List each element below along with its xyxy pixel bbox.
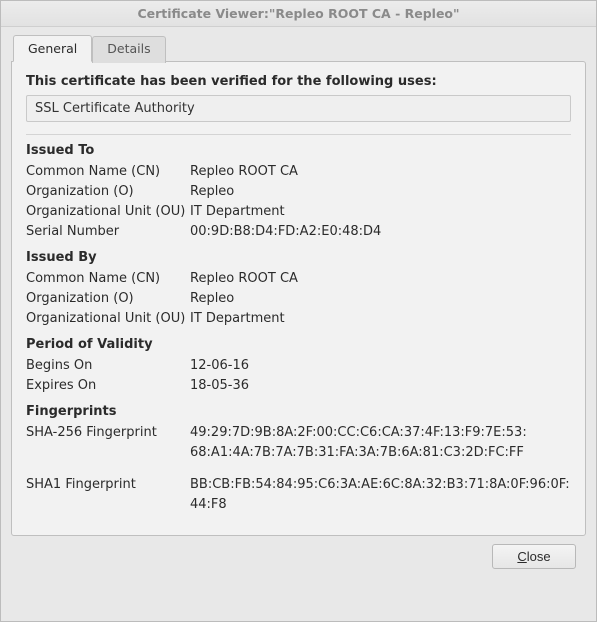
tab-strip: General Details <box>13 35 586 62</box>
tab-general-label: General <box>28 41 77 56</box>
window-title: Certificate Viewer:"Repleo ROOT CA - Rep… <box>137 6 459 21</box>
table-row: Begins On 12-06-16 <box>26 356 571 376</box>
fingerprints-heading: Fingerprints <box>26 404 571 419</box>
sha256-line1: 49:29:7D:9B:8A:2F:00:CC:C6:CA:37:4F:13:F… <box>190 423 571 443</box>
sha256-value: 49:29:7D:9B:8A:2F:00:CC:C6:CA:37:4F:13:F… <box>190 423 571 463</box>
sha256-line2: 68:A1:4A:7B:7A:7B:31:FA:3A:7B:6A:81:C3:2… <box>190 443 571 463</box>
table-row: Common Name (CN) Repleo ROOT CA <box>26 269 571 289</box>
ou-value: IT Department <box>190 202 571 222</box>
o-label: Organization (O) <box>26 289 190 309</box>
serial-label: Serial Number <box>26 222 190 242</box>
cn-label: Common Name (CN) <box>26 269 190 289</box>
sha256-label: SHA-256 Fingerprint <box>26 423 190 443</box>
tab-general[interactable]: General <box>13 35 92 62</box>
o-value: Repleo <box>190 289 571 309</box>
begins-label: Begins On <box>26 356 190 376</box>
table-row: Organization (O) Repleo <box>26 182 571 202</box>
close-button[interactable]: Close <box>492 544 576 569</box>
cn-value: Repleo ROOT CA <box>190 162 571 182</box>
table-row: Organization (O) Repleo <box>26 289 571 309</box>
table-row: Expires On 18-05-36 <box>26 376 571 396</box>
ou-value: IT Department <box>190 309 571 329</box>
validity-block: Period of Validity Begins On 12-06-16 Ex… <box>26 337 571 396</box>
window-body: General Details This certificate has bee… <box>1 27 596 621</box>
table-row: Serial Number 00:9D:B8:D4:FD:A2:E0:48:D4 <box>26 222 571 242</box>
tabs-container: General Details This certificate has bee… <box>11 35 586 536</box>
ou-label: Organizational Unit (OU) <box>26 309 190 329</box>
expires-value: 18-05-36 <box>190 376 571 396</box>
expires-label: Expires On <box>26 376 190 396</box>
dialog-footer: Close <box>11 536 586 579</box>
table-row: Organizational Unit (OU) IT Department <box>26 309 571 329</box>
sha1-label: SHA1 Fingerprint <box>26 475 190 515</box>
tab-details[interactable]: Details <box>92 36 165 63</box>
table-row: Common Name (CN) Repleo ROOT CA <box>26 162 571 182</box>
tabpanel-general: This certificate has been verified for t… <box>11 61 586 536</box>
certificate-viewer-window: Certificate Viewer:"Repleo ROOT CA - Rep… <box>0 0 597 622</box>
window-titlebar: Certificate Viewer:"Repleo ROOT CA - Rep… <box>1 1 596 27</box>
table-row: SHA1 Fingerprint BB:CB:FB:54:84:95:C6:3A… <box>26 475 571 515</box>
issued-by-block: Issued By Common Name (CN) Repleo ROOT C… <box>26 250 571 329</box>
close-accel: C <box>517 549 526 564</box>
issued-by-heading: Issued By <box>26 250 571 265</box>
table-row: SHA-256 Fingerprint 49:29:7D:9B:8A:2F:00… <box>26 423 571 463</box>
tab-details-label: Details <box>107 41 150 56</box>
divider <box>26 134 571 135</box>
verified-lead: This certificate has been verified for t… <box>26 74 571 89</box>
begins-value: 12-06-16 <box>190 356 571 376</box>
ou-label: Organizational Unit (OU) <box>26 202 190 222</box>
spacer <box>26 463 571 475</box>
sha1-value: BB:CB:FB:54:84:95:C6:3A:AE:6C:8A:32:B3:7… <box>190 475 571 515</box>
cn-value: Repleo ROOT CA <box>190 269 571 289</box>
serial-value: 00:9D:B8:D4:FD:A2:E0:48:D4 <box>190 222 571 242</box>
uses-text: SSL Certificate Authority <box>35 101 195 116</box>
cn-label: Common Name (CN) <box>26 162 190 182</box>
issued-to-heading: Issued To <box>26 143 571 158</box>
table-row: Organizational Unit (OU) IT Department <box>26 202 571 222</box>
o-label: Organization (O) <box>26 182 190 202</box>
validity-heading: Period of Validity <box>26 337 571 352</box>
issued-to-block: Issued To Common Name (CN) Repleo ROOT C… <box>26 143 571 242</box>
close-rest: lose <box>527 549 551 564</box>
fingerprints-block: Fingerprints SHA-256 Fingerprint 49:29:7… <box>26 404 571 515</box>
uses-box: SSL Certificate Authority <box>26 95 571 122</box>
o-value: Repleo <box>190 182 571 202</box>
